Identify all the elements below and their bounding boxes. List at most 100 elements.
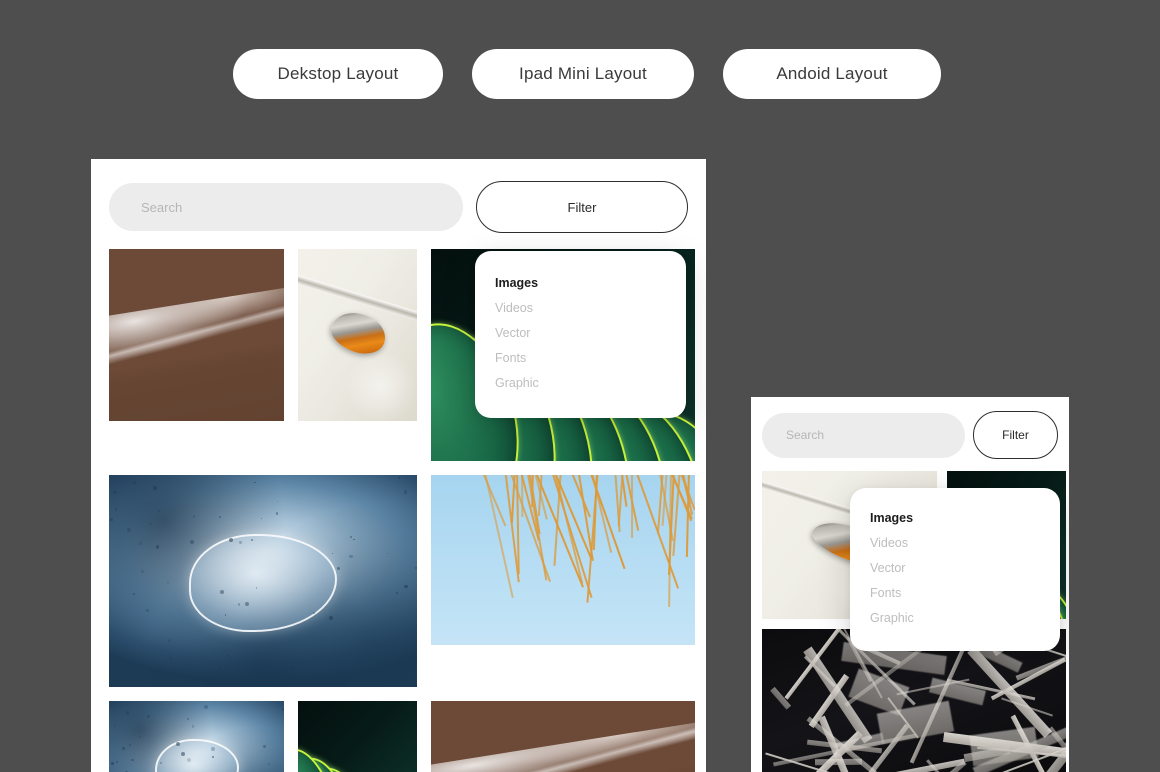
ice-speck	[126, 711, 130, 715]
filter-option-videos[interactable]: Videos	[475, 296, 686, 321]
ice-heart-shape	[155, 739, 239, 772]
ice-speck	[219, 516, 221, 518]
filter-option-graphic[interactable]: Graphic	[850, 606, 1060, 631]
gallery-tile-frozen-ice-heart[interactable]	[109, 475, 417, 687]
ice-speck	[187, 718, 189, 720]
filter-option-videos[interactable]: Videos	[850, 531, 1060, 556]
filter-dropdown-menu: Images Videos Vector Fonts Graphic	[850, 488, 1060, 651]
filter-option-graphic[interactable]: Graphic	[475, 371, 686, 396]
ice-speck	[329, 616, 333, 620]
ice-speck	[229, 538, 233, 542]
filter-button[interactable]: Filter	[973, 411, 1058, 459]
ice-heart-shape	[189, 534, 337, 632]
filter-option-vector[interactable]: Vector	[850, 556, 1060, 581]
ice-speck	[169, 657, 172, 660]
ice-speck	[274, 672, 277, 675]
ice-speck	[276, 512, 279, 515]
ice-speck	[113, 491, 116, 494]
reed-stalk	[521, 475, 523, 518]
ice-speck	[158, 510, 161, 513]
ice-speck	[190, 540, 193, 543]
tab-ipad-mini-layout[interactable]: Ipad Mini Layout	[472, 49, 694, 99]
ice-speck	[219, 666, 222, 669]
gallery-tile-green-glowing-arcs[interactable]	[298, 701, 417, 772]
ice-slab	[969, 727, 1039, 766]
ice-speck	[399, 477, 401, 479]
ice-speck	[282, 708, 284, 711]
desktop-layout-panel: Filter	[91, 159, 706, 772]
ice-speck	[127, 528, 131, 532]
ice-speck	[251, 539, 253, 541]
search-input[interactable]	[762, 413, 965, 458]
ice-speck	[167, 494, 168, 495]
ice-speck	[263, 745, 266, 748]
ice-speck	[139, 542, 142, 545]
ice-speck	[338, 514, 339, 515]
ice-speck	[211, 747, 214, 750]
ice-speck	[146, 609, 149, 612]
ice-speck	[111, 762, 114, 765]
ice-speck	[332, 553, 333, 554]
ice-speck	[115, 508, 118, 511]
ice-speck	[274, 677, 276, 679]
ice-speck	[346, 676, 349, 679]
ice-speck	[131, 759, 134, 762]
ice-speck	[403, 664, 406, 667]
ice-speck	[212, 756, 214, 758]
tab-desktop-layout[interactable]: Dekstop Layout	[233, 49, 443, 99]
ice-speck	[110, 518, 113, 521]
ice-speck	[349, 555, 352, 558]
ice-speck	[238, 603, 241, 606]
ice-speck	[168, 639, 171, 642]
ice-speck	[277, 501, 278, 502]
ice-speck	[274, 509, 275, 510]
ice-speck	[415, 567, 417, 569]
ice-speck	[387, 553, 389, 555]
ice-speck	[337, 567, 340, 570]
filter-option-images[interactable]: Images	[475, 271, 686, 296]
ice-speck	[139, 736, 141, 738]
filter-option-fonts[interactable]: Fonts	[475, 346, 686, 371]
gallery-tile-golden-reeds-blue-sky[interactable]	[431, 475, 695, 645]
ice-speck	[222, 671, 224, 673]
ice-speck	[239, 541, 242, 544]
white-car-image	[298, 249, 417, 421]
gallery-tile-frozen-ice-heart[interactable]	[109, 701, 284, 772]
ice-speck	[153, 486, 157, 490]
filter-option-vector[interactable]: Vector	[475, 321, 686, 346]
gallery-tile-beach-foam-sand[interactable]	[109, 249, 284, 421]
ice-speck	[396, 592, 397, 593]
frozen-ice-image	[109, 475, 417, 687]
filter-option-fonts[interactable]: Fonts	[850, 581, 1060, 606]
filter-button[interactable]: Filter	[476, 181, 688, 233]
ipad-search-row: Filter	[762, 411, 1058, 459]
ice-speck	[350, 536, 352, 538]
golden-reeds-image	[431, 475, 695, 645]
ice-speck	[176, 742, 180, 746]
ice-speck	[404, 585, 407, 588]
ice-speck	[204, 705, 208, 709]
ice-speck	[225, 614, 226, 615]
ice-slab	[849, 668, 910, 714]
ice-speck	[122, 747, 125, 750]
ice-speck	[254, 482, 255, 483]
gallery-tile-white-car-amber-indicator[interactable]	[298, 249, 417, 421]
gallery-tile-beach-foam-sand[interactable]	[431, 701, 695, 772]
desktop-search-row: Filter	[109, 181, 688, 233]
ice-speck	[343, 638, 345, 640]
filter-dropdown-menu: Images Videos Vector Fonts Graphic	[475, 251, 686, 418]
ice-speck	[167, 582, 168, 583]
search-input[interactable]	[109, 183, 463, 231]
ice-speck	[278, 766, 279, 767]
ice-speck	[198, 665, 199, 666]
tab-android-layout[interactable]: Andoid Layout	[723, 49, 941, 99]
ice-speck	[261, 518, 262, 519]
ice-speck	[156, 545, 160, 549]
ice-speck	[227, 655, 229, 657]
ice-speck	[147, 715, 150, 718]
filter-option-images[interactable]: Images	[850, 506, 1060, 531]
ice-speck	[149, 523, 152, 526]
ice-speck	[193, 515, 196, 518]
ice-speck	[353, 539, 354, 540]
ice-speck	[181, 752, 185, 756]
